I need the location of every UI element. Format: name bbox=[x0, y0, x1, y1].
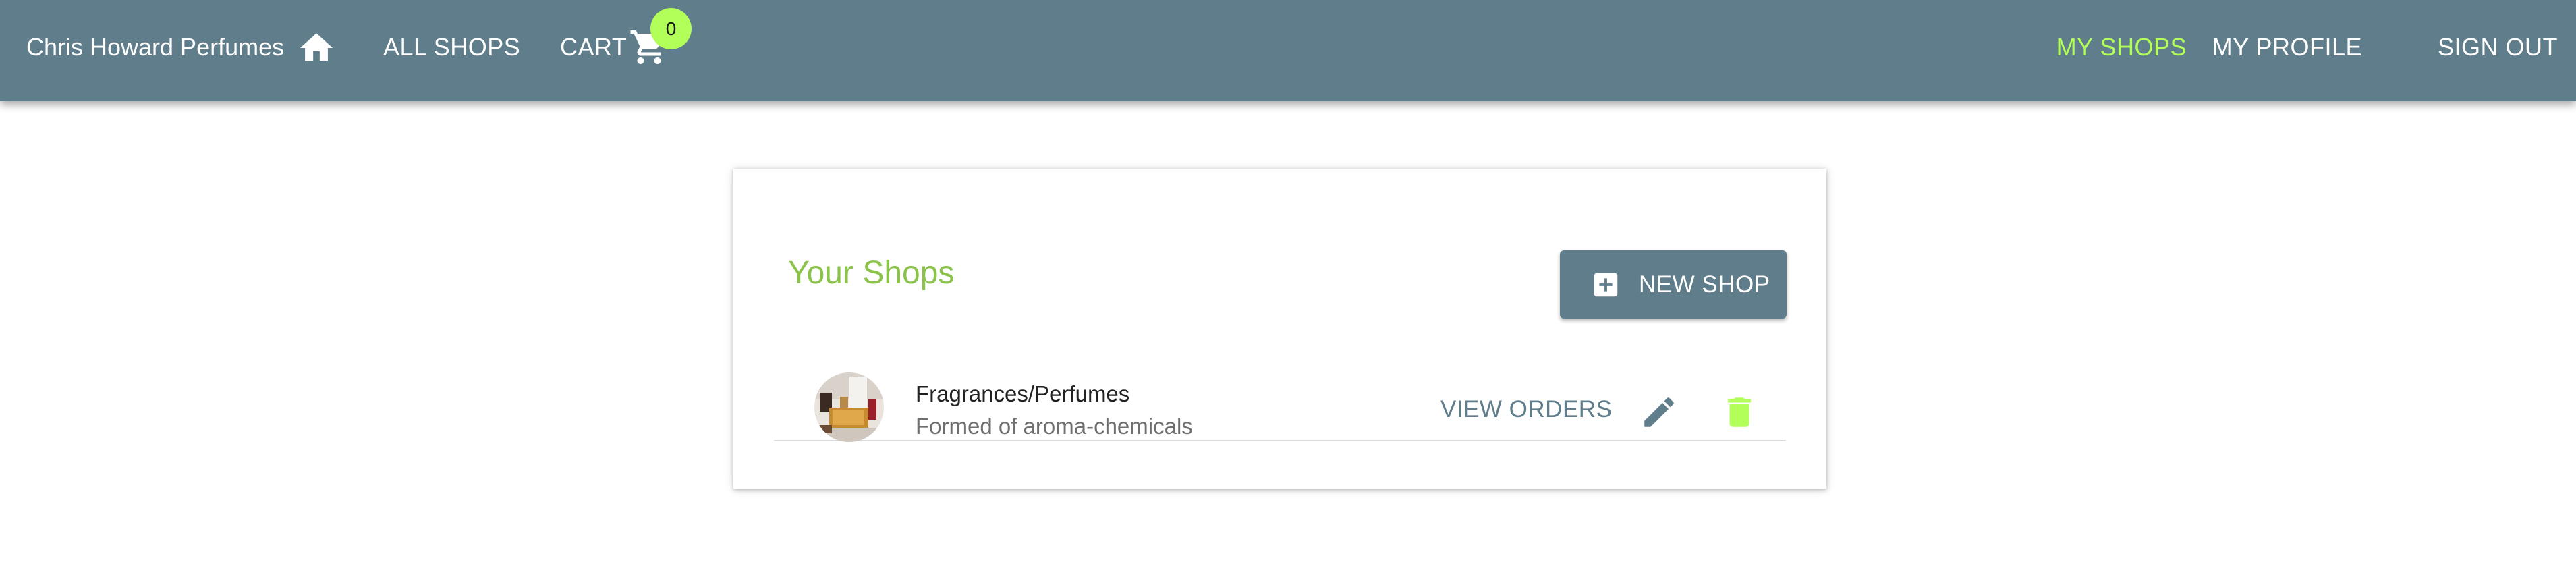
new-shop-label: NEW SHOP bbox=[1639, 271, 1770, 298]
new-shop-button[interactable]: NEW SHOP bbox=[1560, 250, 1787, 319]
add-box-icon bbox=[1594, 273, 1618, 296]
shop-name: Fragrances/Perfumes bbox=[916, 381, 1130, 406]
home-icon[interactable] bbox=[297, 28, 336, 67]
nav-my-profile[interactable]: MY PROFILE bbox=[2212, 34, 2362, 61]
nav-all-shops[interactable]: ALL SHOPS bbox=[383, 34, 520, 61]
shop-description: Formed of aroma-chemicals bbox=[916, 414, 1193, 439]
cart-count-badge: 0 bbox=[650, 8, 692, 49]
nav-cart[interactable]: CART bbox=[560, 34, 627, 61]
nav-my-shops[interactable]: MY SHOPS bbox=[2056, 34, 2187, 61]
view-orders-button[interactable]: VIEW ORDERS bbox=[1440, 396, 1612, 423]
page-title: Your Shops bbox=[788, 255, 955, 291]
brand-name: Chris Howard Perfumes bbox=[26, 33, 285, 61]
delete-icon[interactable] bbox=[1720, 393, 1759, 432]
shop-list-item: Fragrances/Perfumes Formed of aroma-chem… bbox=[774, 356, 1786, 442]
edit-icon[interactable] bbox=[1640, 393, 1679, 432]
shops-card: Your Shops NEW SHOP Fragrances/Perfumes … bbox=[733, 169, 1826, 489]
nav-sign-out[interactable]: SIGN OUT bbox=[2438, 34, 2558, 61]
shop-avatar bbox=[814, 372, 884, 442]
app-bar: Chris Howard Perfumes ALL SHOPS CART 0 M… bbox=[0, 0, 2576, 101]
